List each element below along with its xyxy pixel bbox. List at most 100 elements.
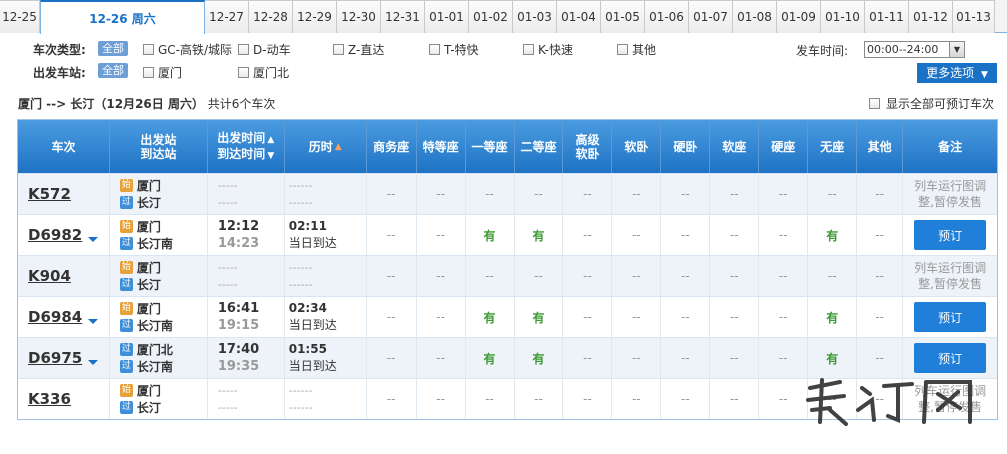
pass-station-badge: 过 [119, 319, 133, 332]
station-cell: 始厦门过长汀 [110, 379, 208, 419]
date-tab-01-13[interactable]: 01-13 [953, 0, 995, 33]
seat-cell: 有 [808, 215, 858, 255]
show-all-bookable-checkbox[interactable]: 显示全部可预订车次 [869, 95, 994, 112]
header-other: 其他 [857, 120, 904, 173]
train-type-checkbox[interactable]: 其他 [617, 41, 656, 58]
start-station-badge: 始 [119, 302, 133, 315]
train-number-cell: D6984 [18, 297, 110, 337]
to-station: 长汀南 [136, 237, 173, 251]
date-tab-12-25[interactable]: 12-25 [0, 0, 40, 33]
depart-station-checkbox[interactable]: 厦门北 [238, 64, 289, 81]
date-tab-01-05[interactable]: 01-05 [601, 0, 645, 33]
date-tab-01-04[interactable]: 01-04 [557, 0, 601, 33]
train-type-checkbox[interactable]: K-快速 [523, 41, 573, 58]
seat-availability: -- [778, 228, 788, 242]
seat-cell: -- [759, 256, 809, 296]
seat-cell: -- [710, 256, 760, 296]
date-tab-01-02[interactable]: 01-02 [469, 0, 513, 33]
seat-availability: -- [729, 228, 739, 242]
seat-cell: -- [367, 215, 417, 255]
date-tab-01-06[interactable]: 01-06 [645, 0, 689, 33]
pass-station-badge: 过 [119, 278, 133, 291]
seat-availability: -- [681, 187, 690, 201]
date-tab-12-31[interactable]: 12-31 [381, 0, 425, 33]
depart-time-select[interactable]: 00:00--24:00 ▼ [864, 41, 965, 58]
book-button[interactable]: 预订 [914, 343, 987, 373]
seat-availability: -- [436, 228, 445, 242]
train-number-link[interactable]: D6975 [28, 349, 82, 367]
seat-availability: -- [386, 310, 396, 324]
to-station: 长汀 [136, 401, 161, 415]
header-remark-label: 备注 [938, 139, 963, 154]
seat-cell: -- [367, 256, 417, 296]
date-tab-12-26[interactable]: 12-26 周六 [40, 0, 205, 34]
duration-value: ------ [288, 261, 313, 274]
date-tab-12-30[interactable]: 12-30 [337, 0, 381, 33]
duration-value: ------ [288, 179, 313, 192]
train-type-checkbox[interactable]: T-特快 [429, 41, 479, 58]
remark-cell: 列车运行图调整,暂停发售 [903, 256, 997, 296]
date-tab-01-03[interactable]: 01-03 [513, 0, 557, 33]
duration-cell: ------ ------ [285, 379, 367, 419]
train-number-link[interactable]: K572 [28, 185, 71, 203]
book-button[interactable]: 预订 [914, 220, 987, 250]
header-from-station: 出发站 [140, 132, 177, 147]
header-second-label: 二等座 [520, 139, 557, 154]
train-type-all-button[interactable]: 全部 [98, 41, 128, 56]
expand-arrow-icon[interactable] [88, 236, 99, 242]
date-tab-01-11[interactable]: 01-11 [865, 0, 909, 33]
chevron-down-icon: ▼ [949, 42, 964, 57]
seat-availability: -- [827, 187, 837, 201]
train-type-checkbox[interactable]: D-动车 [238, 41, 291, 58]
seat-cell: -- [612, 297, 662, 337]
train-number-link[interactable]: K336 [28, 390, 71, 408]
date-tab-01-01[interactable]: 01-01 [425, 0, 469, 33]
seat-cell: -- [710, 379, 760, 419]
seat-availability: -- [827, 269, 837, 283]
checkbox-icon [238, 44, 249, 55]
train-type-label: T-特快 [444, 43, 479, 57]
depart-time: ----- [217, 384, 238, 397]
train-type-checkbox[interactable]: Z-直达 [333, 41, 384, 58]
seat-cell: -- [661, 338, 711, 378]
arrive-time: 19:35 [217, 359, 260, 374]
header-deluxe-label-2: 软卧 [575, 146, 600, 161]
header-arrive-time: 到达时间 [217, 146, 266, 161]
seat-cell: 有 [515, 338, 564, 378]
show-all-label: 显示全部可预订车次 [886, 97, 995, 111]
route-text: 厦门 --> 长汀（12月26日 周六） [18, 97, 204, 111]
seat-availability: -- [681, 392, 690, 406]
header-time[interactable]: 出发时间 ▲ 到达时间 ▼ [208, 120, 285, 173]
book-button[interactable]: 预订 [914, 302, 987, 332]
expand-arrow-icon[interactable] [88, 359, 99, 365]
from-station: 厦门 [136, 302, 161, 316]
seat-cell: -- [857, 297, 904, 337]
train-number-link[interactable]: K904 [28, 267, 71, 285]
train-number-link[interactable]: D6984 [28, 308, 82, 326]
more-options-button[interactable]: 更多选项 ▼ [917, 63, 997, 83]
seat-availability: -- [681, 310, 690, 324]
header-duration[interactable]: 历时 ▲ [285, 120, 367, 173]
date-tab-01-07[interactable]: 01-07 [689, 0, 733, 33]
seat-availability: -- [875, 269, 884, 283]
date-tab-01-10[interactable]: 01-10 [821, 0, 865, 33]
train-type-checkbox[interactable]: GC-高铁/城际 [143, 41, 232, 58]
date-tab-12-27[interactable]: 12-27 [205, 0, 249, 33]
date-tab-12-28[interactable]: 12-28 [249, 0, 293, 33]
date-tab-01-08[interactable]: 01-08 [733, 0, 777, 33]
seat-availability: -- [729, 269, 739, 283]
seat-availability: 有 [483, 310, 496, 325]
train-number-link[interactable]: D6982 [28, 226, 82, 244]
start-station-badge: 始 [119, 220, 133, 233]
header-train[interactable]: 车次 [18, 120, 110, 173]
header-hard-sleeper-label: 硬卧 [673, 139, 698, 154]
depart-station-checkbox[interactable]: 厦门 [143, 64, 182, 81]
date-tab-12-29[interactable]: 12-29 [293, 0, 337, 33]
depart-station-all-button[interactable]: 全部 [98, 63, 128, 78]
seat-availability: -- [632, 351, 641, 365]
expand-arrow-icon[interactable] [88, 318, 99, 324]
date-tab-01-09[interactable]: 01-09 [777, 0, 821, 33]
header-premium-seat: 特等座 [417, 120, 466, 173]
date-tab-01-12[interactable]: 01-12 [909, 0, 953, 33]
seat-availability: -- [681, 269, 690, 283]
